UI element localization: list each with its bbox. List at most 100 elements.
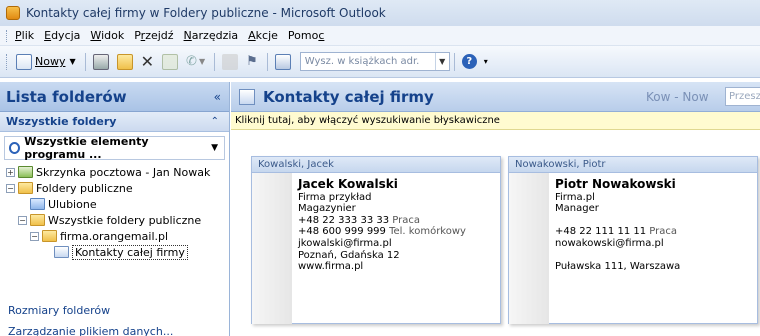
menu-item[interactable]: Edycja bbox=[44, 29, 80, 42]
chevron-down-icon[interactable]: ▼ bbox=[211, 143, 218, 153]
contact-card[interactable]: Kowalski, Jacek Jacek Kowalski Firma przyk… bbox=[251, 156, 501, 324]
contact-card-body: Jacek Kowalski Firma przykład Magazynier +4… bbox=[298, 178, 466, 273]
contact-field: Firma przykład bbox=[298, 192, 466, 204]
all-folders-label: Wszystkie foldery bbox=[6, 115, 117, 128]
contact-field: nowakowski@firma.pl bbox=[555, 238, 680, 250]
menu-item[interactable]: Widok bbox=[90, 29, 124, 42]
instant-search-infobar[interactable]: Kliknij tutaj, aby włączyć wyszukiwanie … bbox=[231, 112, 760, 130]
search-icon bbox=[9, 142, 21, 154]
expand-icon[interactable]: + bbox=[6, 167, 15, 177]
contact-field-value: Firma przykład bbox=[298, 191, 372, 203]
chevron-down-icon[interactable]: ▼ bbox=[199, 57, 205, 66]
all-folders-header[interactable]: Wszystkie foldery ⌃ bbox=[0, 112, 229, 132]
folder-tree-label: firma.orangemail.pl bbox=[60, 229, 169, 243]
chevron-down-icon[interactable]: ▼ bbox=[434, 53, 449, 70]
collapse-pane-icon[interactable]: « bbox=[214, 90, 221, 104]
search-placeholder: Wysz. w książkach adr. bbox=[304, 56, 420, 67]
folder-tree: + Skrzynka pocztowa - Jan Nowak − Foldery p… bbox=[0, 162, 229, 260]
help-button[interactable]: ? bbox=[459, 51, 480, 73]
folder-icon bbox=[18, 182, 33, 194]
contact-field-value: +48 600 999 999 bbox=[298, 226, 386, 238]
collapse-icon[interactable]: − bbox=[18, 215, 27, 225]
toolbar-options-icon[interactable]: ▾ bbox=[484, 57, 488, 66]
contact-field: Firma.pl bbox=[555, 192, 680, 204]
folder-scope-select[interactable]: Wszystkie elementy programu ... ▼ bbox=[4, 135, 225, 161]
delete-button[interactable]: ✕ bbox=[138, 51, 157, 73]
mailbox-icon bbox=[18, 166, 33, 178]
contact-field: Manager bbox=[555, 203, 680, 215]
toolbar-grip[interactable] bbox=[6, 53, 9, 70]
folder-tree-item[interactable]: − firma.orangemail.pl bbox=[0, 228, 229, 244]
menu-item[interactable]: Narzędzia bbox=[184, 29, 239, 42]
address-book-icon bbox=[274, 53, 291, 70]
folder-tree-item[interactable]: − Wszystkie foldery publiczne bbox=[0, 212, 229, 228]
menu-item[interactable]: Akcje bbox=[248, 29, 278, 42]
collapse-icon[interactable]: − bbox=[6, 183, 15, 193]
contact-field-value: +48 22 111 11 11 bbox=[555, 226, 647, 238]
folder-link[interactable]: Rozmiary folderów bbox=[8, 304, 173, 317]
folder-tree-label: Wszystkie foldery publiczne bbox=[48, 213, 202, 227]
new-button[interactable]: Nowy ▼ bbox=[13, 51, 79, 73]
collapse-icon[interactable]: − bbox=[30, 231, 39, 241]
contact-field-label: Praca bbox=[646, 226, 677, 238]
delete-icon: ✕ bbox=[140, 52, 155, 71]
folder-tree-label: Skrzynka pocztowa - Jan Nowak bbox=[36, 165, 211, 179]
folder-list-header: Lista folderów « bbox=[0, 82, 229, 112]
contacts-title: Kontakty całej firmy bbox=[263, 87, 434, 106]
contact-card-header[interactable]: Kowalski, Jacek bbox=[252, 157, 500, 173]
toolbar-separator bbox=[453, 52, 455, 71]
toolbar-separator bbox=[214, 52, 216, 71]
chevron-up-icon[interactable]: ⌃ bbox=[211, 116, 219, 127]
contact-field-value: nowakowski@firma.pl bbox=[555, 237, 664, 249]
address-card-button[interactable] bbox=[159, 51, 181, 73]
toolbar-separator bbox=[266, 52, 268, 71]
contact-field: Puławska 111, Warszawa bbox=[555, 261, 680, 273]
follow-up-button[interactable]: ⚑ bbox=[243, 51, 261, 73]
menu-item[interactable]: Pomoc bbox=[288, 29, 324, 42]
contact-field-value: Magazynier bbox=[298, 203, 356, 215]
contact-field-value: Firma.pl bbox=[555, 191, 595, 203]
chevron-down-icon[interactable]: ▼ bbox=[69, 57, 75, 66]
folder-link[interactable]: Zarządzanie plikiem danych... bbox=[8, 325, 173, 336]
contact-field-value: jkowalski@firma.pl bbox=[298, 237, 392, 249]
menu-grip[interactable] bbox=[6, 29, 9, 42]
print-button[interactable] bbox=[90, 51, 112, 73]
contact-field-label: Praca bbox=[389, 214, 420, 226]
call-button[interactable]: ✆ ▼ bbox=[183, 51, 208, 73]
contact-field: Poznań, Gdańska 12 bbox=[298, 250, 466, 262]
contact-field-value: Poznań, Gdańska 12 bbox=[298, 249, 400, 261]
contact-field: Magazynier bbox=[298, 203, 466, 215]
categorize-button[interactable] bbox=[219, 51, 241, 73]
new-item-icon bbox=[16, 53, 32, 70]
toolbar: Nowy ▼ ✕ ✆ ▼ ⚑ Wysz. w książkach adr. ▼ ?… bbox=[0, 46, 760, 78]
contact-field bbox=[555, 215, 680, 227]
folder-tree-item[interactable]: + Skrzynka pocztowa - Jan Nowak bbox=[0, 164, 229, 180]
title-bar: Kontakty całej firmy w Foldery publiczne… bbox=[0, 0, 760, 26]
contact-card-header[interactable]: Nowakowski, Piotr bbox=[509, 157, 757, 173]
menu-item[interactable]: Plik bbox=[15, 29, 34, 42]
folder-tree-label: Kontakty całej firmy bbox=[72, 244, 188, 260]
contact-card-body: Piotr Nowakowski Firma.pl Manager +48 22 11… bbox=[555, 178, 680, 273]
folder-tree-item[interactable]: − Foldery publiczne bbox=[0, 180, 229, 196]
address-book-search-input[interactable]: Wysz. w książkach adr. ▼ bbox=[299, 52, 450, 71]
help-icon: ? bbox=[461, 54, 477, 69]
outlook-app-icon bbox=[6, 6, 20, 20]
contact-card[interactable]: Nowakowski, Piotr Piotr Nowakowski Firma.p… bbox=[508, 156, 758, 324]
flag-icon: ⚑ bbox=[246, 54, 258, 69]
menu-item[interactable]: Przejdź bbox=[134, 29, 173, 42]
contacts-pane: Kontakty całej firmy Kow - Now Przeszu K… bbox=[231, 82, 760, 336]
folder-tree-label: Foldery publiczne bbox=[36, 181, 133, 195]
new-button-label: Nowy bbox=[35, 55, 66, 68]
contact-card-stripe bbox=[252, 173, 292, 324]
folder-tree-item[interactable]: Kontakty całej firmy bbox=[0, 244, 229, 260]
folder-links: Rozmiary folderów Zarządzanie plikiem dan… bbox=[8, 304, 173, 336]
folder-list-title: Lista folderów bbox=[6, 87, 127, 106]
menu-bar: Plik Edycja Widok Przejdź Narzędzia Akcje Pomo… bbox=[0, 26, 760, 46]
move-to-folder-button[interactable] bbox=[114, 51, 136, 73]
folder-tree-item[interactable]: Ulubione bbox=[0, 196, 229, 212]
address-book-button[interactable] bbox=[272, 51, 294, 73]
instant-search-input[interactable]: Przeszu bbox=[725, 87, 760, 106]
contacts-header: Kontakty całej firmy Kow - Now Przeszu bbox=[231, 82, 760, 112]
folder-icon bbox=[42, 230, 57, 242]
